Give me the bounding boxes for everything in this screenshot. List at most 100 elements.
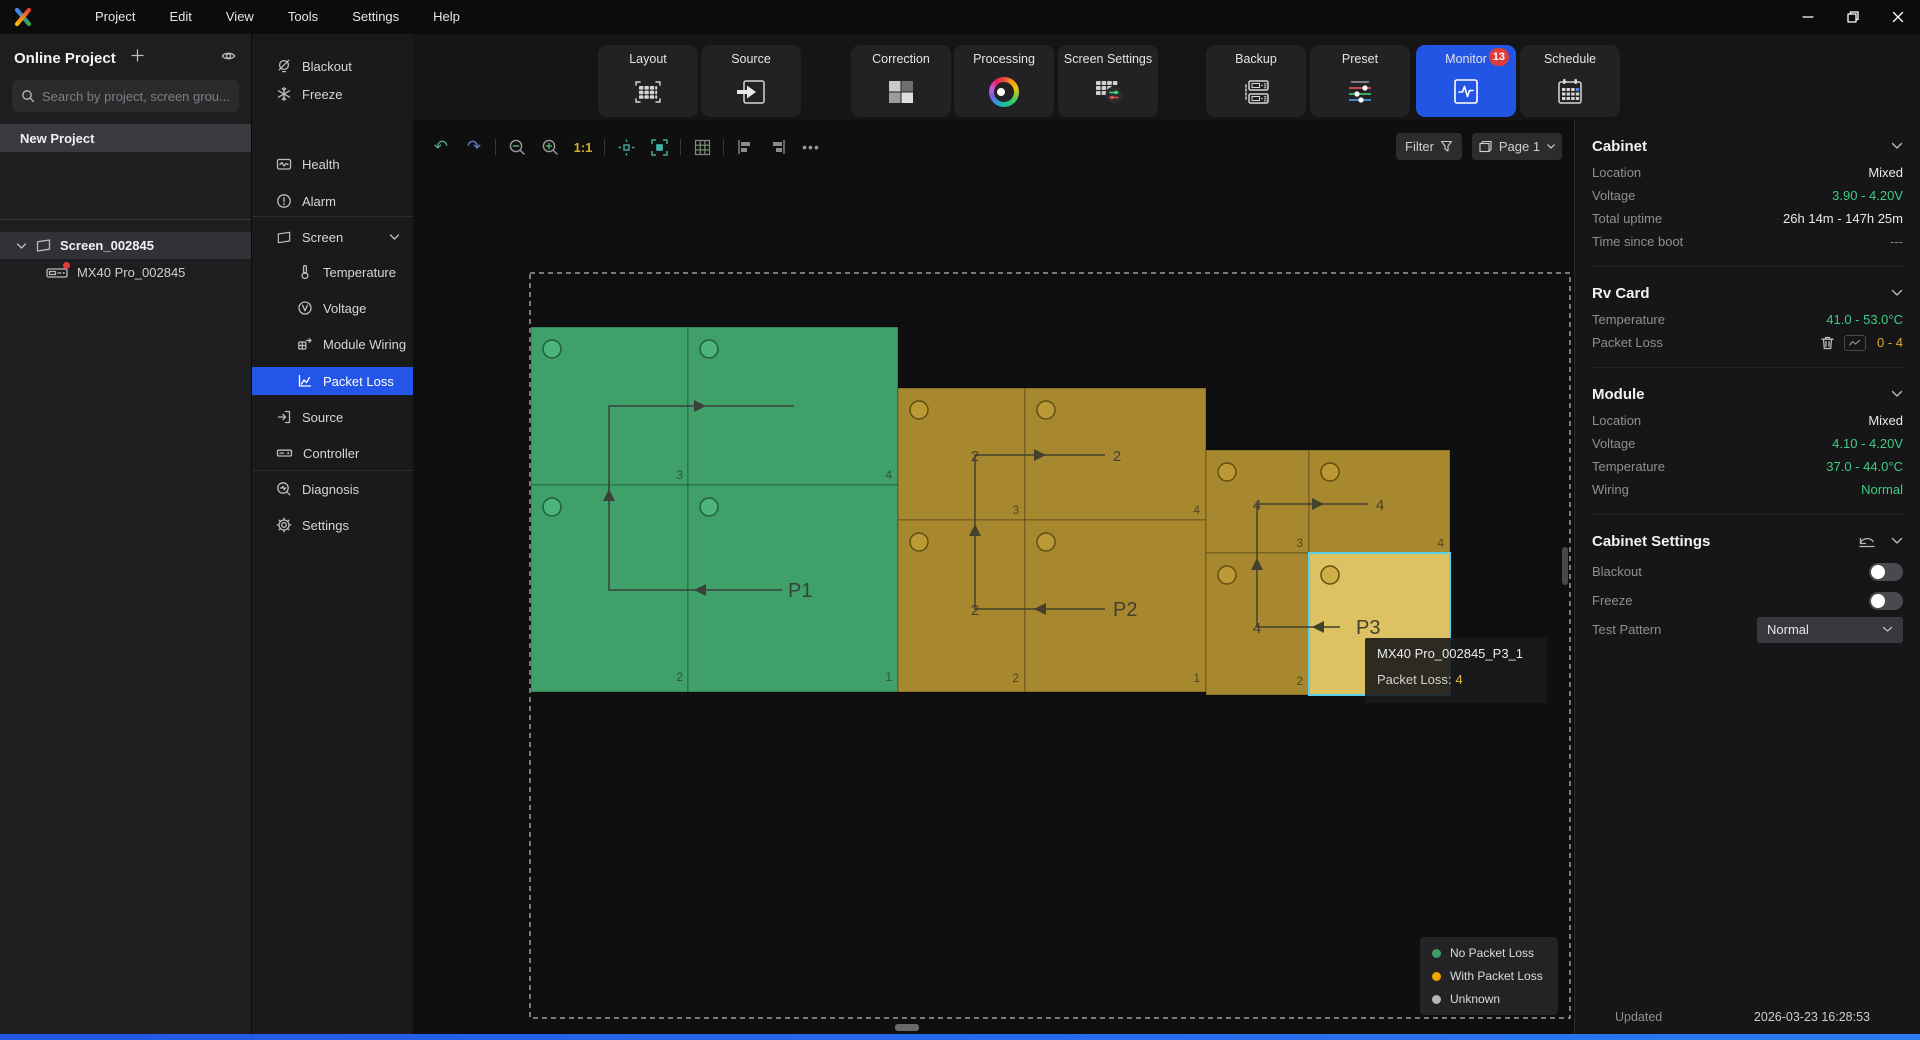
row-label: Freeze [1592, 593, 1632, 608]
screen-diagram[interactable]: 3 4 2 1 P1 [413, 120, 1574, 1040]
chevron-down-icon[interactable] [1891, 537, 1903, 545]
health-icon [276, 156, 292, 172]
tree-item-screen[interactable]: Screen_002845 [0, 232, 251, 259]
app-logo-icon [12, 6, 34, 28]
cabinet-tooltip: MX40 Pro_002845_P3_1 Packet Loss:4 [1365, 638, 1547, 703]
nav-item-voltage[interactable]: Voltage [252, 294, 414, 322]
nav-item-screen[interactable]: Screen [252, 223, 414, 251]
controller-device-icon [46, 265, 68, 281]
svg-text:4: 4 [1253, 620, 1261, 637]
row-value: Normal [1861, 482, 1903, 497]
toolbar-label: Preset [1342, 52, 1378, 66]
toolbar-label: Processing [973, 52, 1035, 66]
nav-label: Temperature [323, 265, 396, 280]
toolbar-screen-settings-button[interactable]: Screen Settings [1058, 45, 1158, 117]
nav-item-controller[interactable]: Controller [252, 439, 414, 467]
legend-item-with-packet-loss: With Packet Loss [1432, 969, 1546, 983]
section-module: Module LocationMixed Voltage4.10 - 4.20V… [1592, 368, 1903, 515]
nav-item-temperature[interactable]: Temperature [252, 258, 414, 286]
toolbar-label: Backup [1235, 52, 1277, 66]
menu-tools[interactable]: Tools [271, 0, 335, 34]
chevron-down-icon[interactable] [1891, 142, 1903, 150]
freeze-toggle[interactable] [1869, 592, 1903, 610]
nav-item-settings[interactable]: Settings [252, 511, 414, 539]
menu-project[interactable]: Project [78, 0, 152, 34]
svg-text:2: 2 [971, 448, 979, 465]
svg-text:4: 4 [1376, 497, 1384, 514]
toolbar-backup-button[interactable]: Backup [1206, 45, 1306, 117]
vertical-scrollbar[interactable] [1562, 547, 1568, 585]
svg-text:2: 2 [1113, 448, 1121, 465]
updated-timestamp: 2026-03-23 16:28:53 [1754, 1010, 1870, 1024]
svg-text:4: 4 [1253, 497, 1261, 514]
nav-label: Controller [303, 446, 359, 461]
toolbar-layout-button[interactable]: Layout [598, 45, 698, 117]
chevron-down-icon[interactable] [389, 233, 400, 241]
row-label: Time since boot [1592, 234, 1683, 249]
tree-item-device[interactable]: MX40 Pro_002845 [0, 259, 251, 286]
add-project-button[interactable] [130, 48, 145, 68]
nav-item-module-wiring[interactable]: Module Wiring [252, 330, 414, 358]
monitor-nav-panel: Blackout Freeze Health Alarm Screen Temp… [251, 34, 413, 1034]
toolbar-schedule-button[interactable]: Schedule [1520, 45, 1620, 117]
nav-item-packet-loss[interactable]: Packet Loss [252, 367, 414, 395]
legend-item-unknown: Unknown [1432, 992, 1546, 1006]
test-pattern-select[interactable]: Normal [1757, 617, 1903, 643]
blackout-toggle[interactable] [1869, 563, 1903, 581]
port-group-label: P3 [1356, 617, 1380, 639]
close-button[interactable] [1875, 0, 1920, 34]
nav-label: Module Wiring [323, 337, 406, 352]
bottom-accent-strip [0, 1034, 1920, 1040]
menu-bar: Project Edit View Tools Settings Help [78, 0, 477, 34]
toolbar-preset-button[interactable]: Preset [1310, 45, 1410, 117]
search-input[interactable] [42, 89, 230, 104]
freeze-quick-action[interactable]: Freeze [252, 80, 414, 108]
nav-item-source[interactable]: Source [252, 403, 414, 431]
monitor-icon [1449, 66, 1483, 117]
row-value: 26h 14m - 147h 25m [1783, 211, 1903, 226]
toolbar-monitor-button[interactable]: Monitor 13 [1416, 45, 1516, 117]
thermometer-icon [297, 264, 313, 280]
chevron-down-icon [1882, 626, 1893, 633]
chevron-down-icon[interactable] [16, 242, 27, 250]
gear-icon [276, 517, 292, 533]
svg-text:2: 2 [1296, 674, 1303, 688]
section-title: Module [1592, 386, 1645, 403]
svg-text:3: 3 [1296, 536, 1303, 550]
visibility-toggle-icon[interactable] [220, 48, 237, 69]
minimize-button[interactable] [1785, 0, 1830, 34]
project-search[interactable] [12, 80, 239, 112]
nav-item-diagnosis[interactable]: Diagnosis [252, 475, 414, 503]
alarm-dot-badge [63, 262, 70, 269]
row-value: Mixed [1868, 165, 1903, 180]
section-cabinet: Cabinet LocationMixed Voltage3.90 - 4.20… [1592, 120, 1903, 267]
row-label: Voltage [1592, 436, 1635, 451]
horizontal-scrollbar[interactable] [895, 1024, 919, 1031]
screen-name: Screen_002845 [60, 238, 154, 253]
nav-label: Packet Loss [323, 374, 394, 389]
online-project-title: Online Project [14, 50, 116, 67]
nav-item-health[interactable]: Health [252, 150, 414, 178]
row-label: Location [1592, 413, 1641, 428]
monitor-canvas[interactable]: ↶ ↷ 1:1 [413, 120, 1574, 1040]
packet-loss-chart-icon[interactable] [1844, 335, 1866, 351]
toolbar-label: Monitor [1445, 52, 1487, 66]
trash-icon[interactable] [1820, 335, 1835, 351]
reset-icon[interactable] [1857, 534, 1877, 549]
svg-text:1: 1 [885, 670, 892, 684]
menu-view[interactable]: View [209, 0, 271, 34]
chevron-down-icon[interactable] [1891, 289, 1903, 297]
toolbar-correction-button[interactable]: Correction [851, 45, 951, 117]
menu-settings[interactable]: Settings [335, 0, 416, 34]
toolbar-source-button[interactable]: Source [701, 45, 801, 117]
new-project-item[interactable]: New Project [0, 124, 251, 152]
chevron-down-icon[interactable] [1891, 390, 1903, 398]
nav-item-alarm[interactable]: Alarm [252, 187, 414, 215]
restore-button[interactable] [1830, 0, 1875, 34]
nav-label: Diagnosis [302, 482, 359, 497]
toolbar-processing-button[interactable]: Processing [954, 45, 1054, 117]
menu-help[interactable]: Help [416, 0, 477, 34]
blackout-quick-action[interactable]: Blackout [252, 52, 414, 80]
menu-edit[interactable]: Edit [152, 0, 208, 34]
module-wiring-icon [297, 336, 313, 352]
